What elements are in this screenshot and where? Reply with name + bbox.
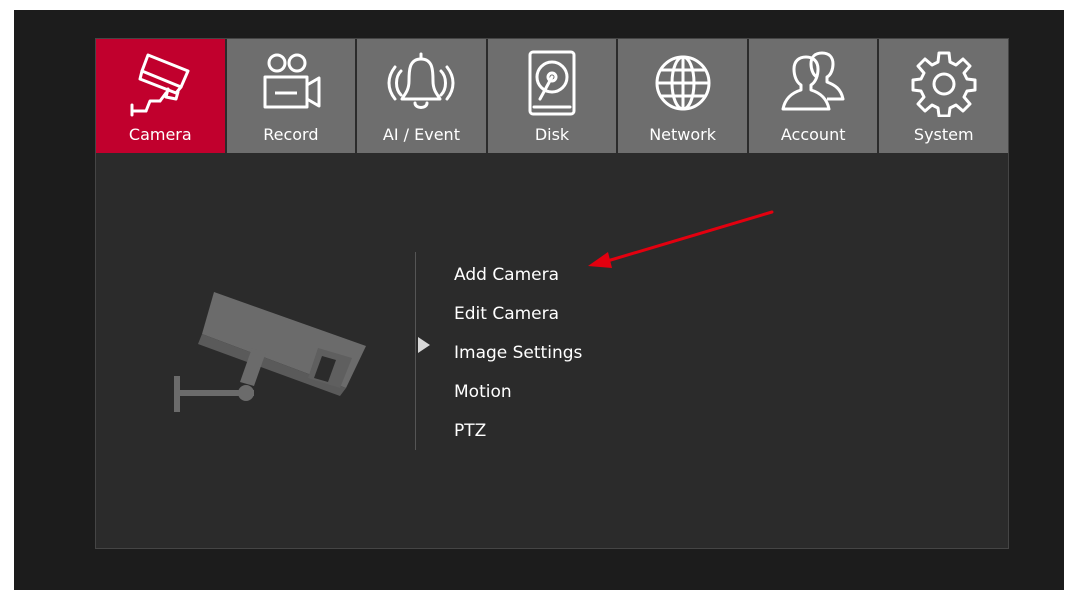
tab-label: Account: [780, 125, 846, 144]
camera-submenu: Add Camera Edit Camera Image Settings Mo…: [454, 262, 582, 457]
camera-illustration-icon: [168, 286, 368, 416]
account-users-icon: [749, 45, 878, 121]
tab-network[interactable]: Network: [618, 39, 747, 153]
menu-item-add-camera[interactable]: Add Camera: [454, 262, 582, 301]
menu-item-edit-camera[interactable]: Edit Camera: [454, 301, 582, 340]
record-icon: [227, 45, 356, 121]
camera-icon: [96, 45, 225, 121]
disk-icon: [488, 45, 617, 121]
menu-divider: [415, 252, 416, 450]
tab-account[interactable]: Account: [748, 39, 878, 153]
tab-ai-event[interactable]: AI / Event: [357, 39, 486, 153]
submenu-caret-icon: [418, 337, 430, 353]
tab-camera[interactable]: Camera: [96, 39, 225, 153]
menu-item-ptz[interactable]: PTZ: [454, 418, 582, 457]
tab-record[interactable]: Record: [226, 39, 356, 153]
menu-item-image-settings[interactable]: Image Settings: [454, 340, 582, 379]
tab-label: System: [913, 125, 974, 144]
tab-label: Network: [649, 125, 716, 144]
tab-label: Record: [263, 125, 319, 144]
tab-disk[interactable]: Disk: [487, 39, 617, 153]
ai-event-bell-icon: [357, 45, 486, 121]
network-globe-icon: [618, 45, 747, 121]
system-gear-icon: [879, 45, 1008, 121]
menu-item-motion[interactable]: Motion: [454, 379, 582, 418]
tab-label: AI / Event: [382, 125, 460, 144]
tab-system[interactable]: System: [879, 39, 1009, 153]
tab-label: Camera: [128, 125, 192, 144]
tab-label: Disk: [534, 125, 570, 144]
top-tab-bar: Camera Record AI / Event Disk Network Ac…: [96, 39, 1009, 153]
